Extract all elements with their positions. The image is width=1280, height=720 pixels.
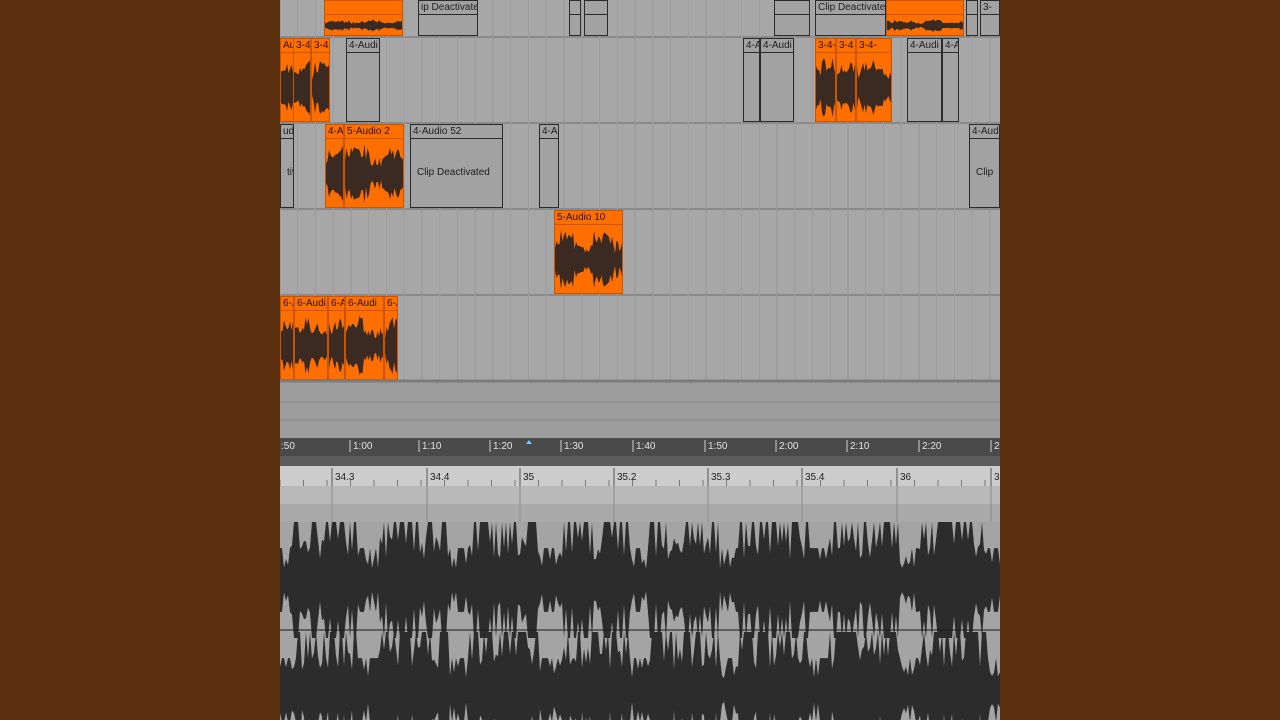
- ableton-arrangement-view: ip DeactivatedClip Deactivated3-Aud3-43-…: [280, 0, 1000, 720]
- time-ruler[interactable]: [280, 438, 1000, 456]
- panel-divider[interactable]: [280, 456, 1000, 466]
- detail-beat-ruler[interactable]: [280, 466, 1000, 486]
- detail-marker-lane[interactable]: [280, 486, 1000, 504]
- detail-loop-lane[interactable]: [280, 504, 1000, 522]
- lower-panels: [280, 379, 1000, 720]
- automation-lanes[interactable]: [280, 380, 1000, 440]
